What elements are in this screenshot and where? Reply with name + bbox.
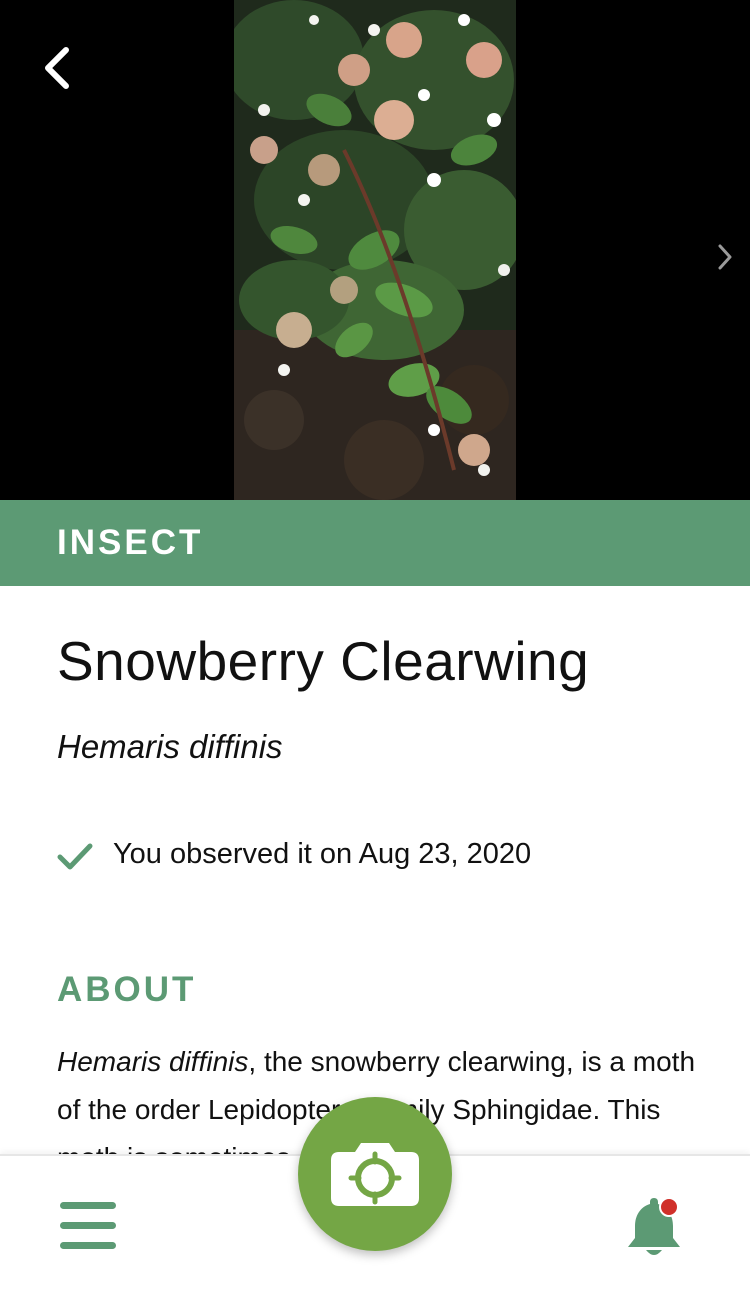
back-button[interactable] [30,36,90,100]
menu-button[interactable] [58,1200,118,1252]
species-common-name: Snowberry Clearwing [57,630,590,692]
observation-status: You observed it on Aug 23, 2020 [57,832,697,876]
shrub-photo-image [234,0,516,500]
notifications-button[interactable] [620,1192,688,1262]
about-italic-name: Hemaris diffinis [57,1046,249,1077]
chevron-right-icon [718,244,732,270]
next-photo-button[interactable] [704,232,744,282]
species-scientific-name: Hemaris diffinis [57,728,283,765]
category-label: INSECT [57,523,204,562]
species-detail-screen: INSECT Snowberry Clearwing Hemaris diffi… [0,0,750,1294]
bell-icon [628,1197,680,1255]
notification-badge [659,1197,679,1217]
about-heading: ABOUT [57,970,197,1009]
category-banner: INSECT [0,500,750,586]
species-photo[interactable] [234,0,516,500]
chevron-left-icon [45,47,69,89]
observation-text: You observed it on Aug 23, 2020 [113,838,532,870]
camera-icon [331,1143,419,1206]
photo-viewer [0,0,750,500]
checkmark-icon [57,843,93,870]
camera-button[interactable] [298,1097,452,1251]
